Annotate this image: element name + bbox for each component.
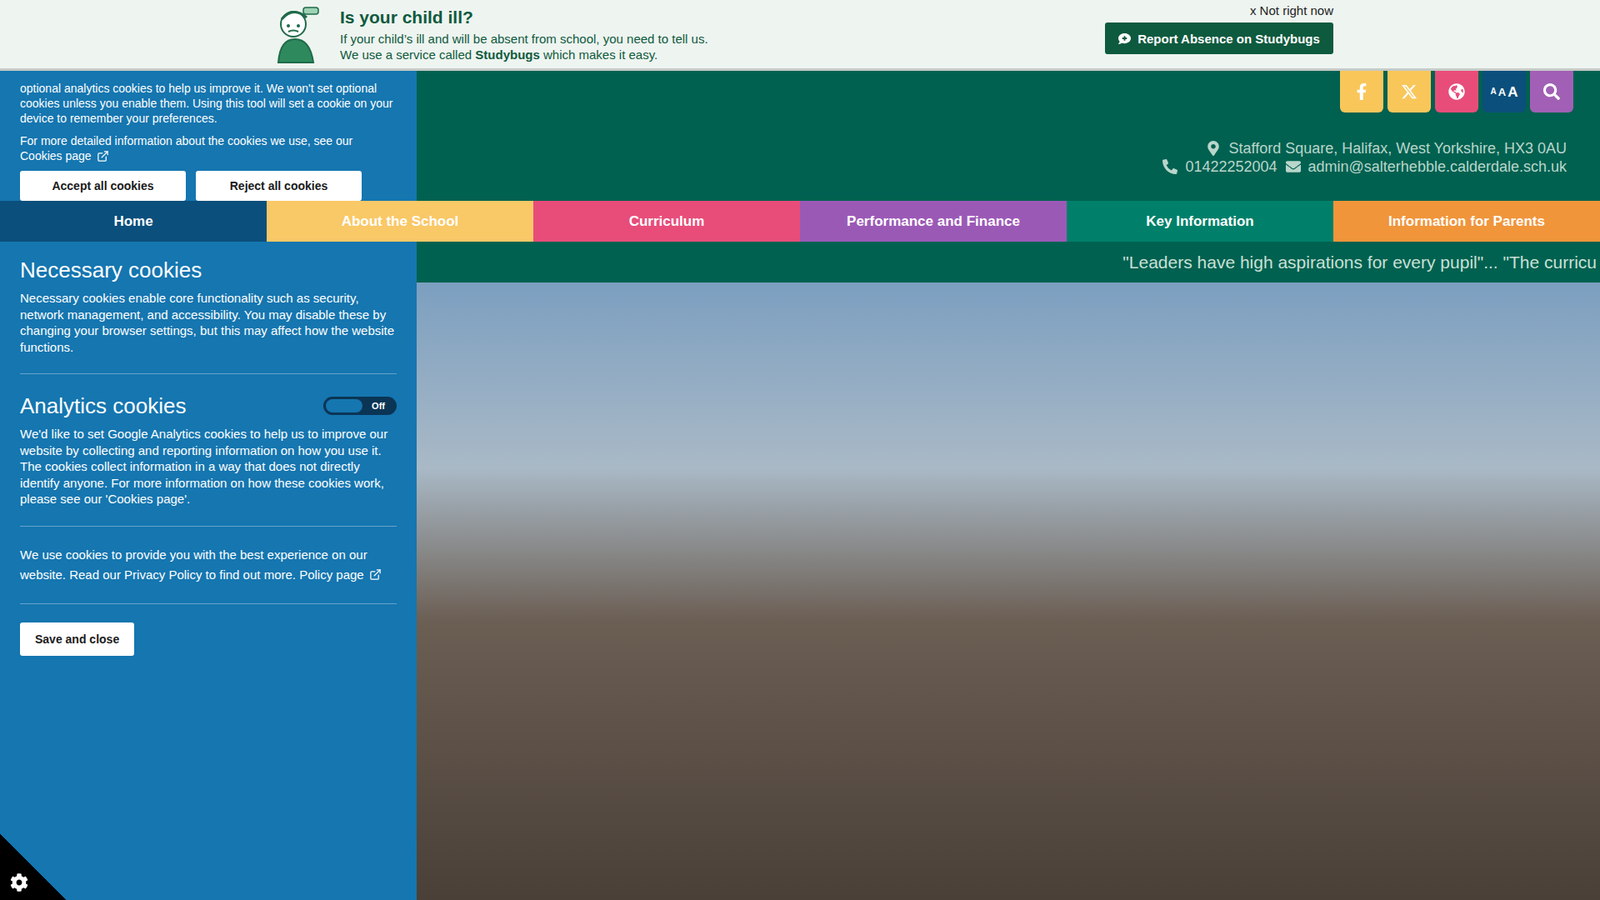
policy-page-link[interactable]: Policy page bbox=[299, 565, 382, 585]
text-size-label: A bbox=[1507, 85, 1518, 100]
banner-line: If your child’s ill and will be absent f… bbox=[340, 30, 1090, 47]
dismiss-link[interactable]: x Not right now bbox=[1250, 3, 1334, 18]
globe-icon bbox=[1448, 83, 1465, 100]
external-link-icon bbox=[96, 150, 110, 163]
facebook-icon bbox=[1353, 83, 1370, 100]
section-title: Analytics cookies bbox=[20, 392, 186, 420]
policy-text: We use cookies to provide you with the b… bbox=[20, 545, 397, 585]
add-message-icon bbox=[1118, 32, 1131, 45]
text-size-label: A bbox=[1490, 87, 1497, 96]
cookie-section: Necessary cookies Necessary cookies enabl… bbox=[20, 256, 397, 375]
section-title: Necessary cookies bbox=[20, 256, 202, 284]
facebook-button[interactable] bbox=[1340, 70, 1384, 113]
nav-item[interactable]: Key Information bbox=[1066, 200, 1334, 242]
nav-item[interactable]: Information for Parents bbox=[1333, 200, 1600, 242]
accept-all-button[interactable]: Accept all cookies bbox=[20, 170, 186, 201]
banner-title: Is your child ill? bbox=[340, 5, 1090, 30]
text-size-label: A bbox=[1498, 86, 1506, 98]
cookie-section: Analytics cookies Off We'd like to set Goo… bbox=[20, 392, 397, 527]
envelope-icon bbox=[1285, 159, 1301, 175]
cookie-more-info: For more detailed information about the … bbox=[20, 133, 397, 164]
search-button[interactable] bbox=[1530, 70, 1574, 113]
page: Is your child ill?If your child’s ill an… bbox=[0, 0, 1600, 900]
save-and-close-button[interactable]: Save and close bbox=[20, 622, 135, 656]
cookie-panel: optional analytics cookies to help us im… bbox=[0, 70, 417, 900]
policy-section: We use cookies to provide you with the b… bbox=[20, 545, 397, 605]
nav-item[interactable]: Performance and Finance bbox=[800, 200, 1067, 242]
report-absence-button[interactable]: Report Absence on Studybugs bbox=[1105, 22, 1334, 55]
section-text: Necessary cookies enable core functional… bbox=[20, 290, 397, 355]
banner-line: We use a service called Studybugs which … bbox=[340, 46, 1090, 63]
cookie-intro: optional analytics cookies to help us im… bbox=[20, 80, 397, 126]
x-icon bbox=[1400, 83, 1418, 100]
absence-banner: Is your child ill?If your child’s ill an… bbox=[0, 0, 1600, 71]
gear-icon bbox=[10, 873, 29, 892]
nav-item[interactable]: About the School bbox=[266, 200, 534, 242]
cookie-settings-button[interactable] bbox=[0, 833, 67, 900]
child-ill-icon bbox=[266, 4, 325, 65]
reject-all-button[interactable]: Reject all cookies bbox=[195, 170, 362, 201]
main-nav: HomeAbout the SchoolCurriculumPerformanc… bbox=[0, 200, 1600, 242]
map-pin-icon bbox=[1205, 140, 1221, 156]
email[interactable]: admin@salterhebble.calderdale.sch.uk bbox=[1285, 157, 1567, 176]
nav-item[interactable]: Curriculum bbox=[533, 200, 800, 242]
globe-button[interactable] bbox=[1435, 70, 1479, 113]
cookies-page-link[interactable]: Cookies page bbox=[20, 148, 110, 164]
x-button[interactable] bbox=[1387, 70, 1431, 113]
search-icon bbox=[1543, 83, 1560, 100]
contact-line: 01422252004 admin@salterhebble.calderdale… bbox=[1162, 157, 1567, 176]
text-size-button[interactable]: AAA bbox=[1482, 70, 1526, 113]
phone[interactable]: 01422252004 bbox=[1162, 157, 1277, 176]
address: Stafford Square, Halifax, West Yorkshire… bbox=[1205, 139, 1567, 158]
tool-row: AAA bbox=[1340, 70, 1574, 113]
nav-item[interactable]: Home bbox=[0, 200, 267, 242]
section-text: We'd like to set Google Analytics cookie… bbox=[20, 425, 397, 508]
phone-icon bbox=[1162, 159, 1178, 175]
analytics-toggle[interactable]: Off bbox=[323, 396, 397, 415]
external-link-icon bbox=[369, 568, 382, 581]
banner-text: Is your child ill?If your child’s ill an… bbox=[340, 5, 1090, 63]
